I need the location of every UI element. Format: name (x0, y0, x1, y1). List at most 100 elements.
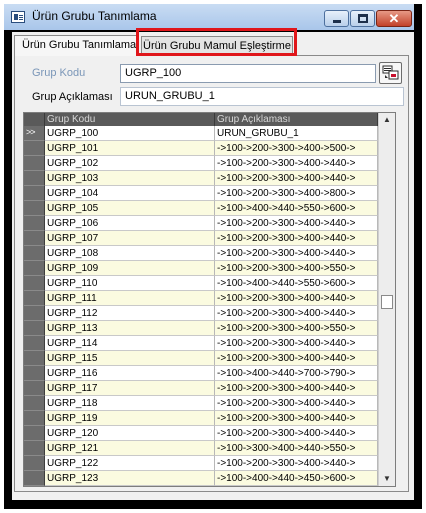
cell-grup-aciklamasi[interactable]: ->100->200->300->400->440-> (215, 156, 378, 171)
row-indicator[interactable] (24, 411, 45, 426)
row-indicator[interactable] (24, 426, 45, 441)
cell-grup-aciklamasi[interactable]: ->100->200->300->400->800-> (215, 186, 378, 201)
maximize-button[interactable] (350, 10, 375, 27)
row-indicator[interactable] (24, 381, 45, 396)
table-row[interactable]: >> UGRP_100 URUN_GRUBU_1 (24, 126, 395, 141)
row-indicator[interactable] (24, 261, 45, 276)
cell-grup-kodu[interactable]: UGRP_102 (45, 156, 215, 171)
table-row[interactable]: UGRP_107 ->100->200->300->400->440-> (24, 231, 395, 246)
row-indicator[interactable] (24, 306, 45, 321)
cell-grup-kodu[interactable]: UGRP_112 (45, 306, 215, 321)
table-row[interactable]: UGRP_112 ->100->200->300->400->440-> (24, 306, 395, 321)
lookup-button[interactable] (379, 62, 402, 84)
close-button[interactable]: ✕ (376, 10, 412, 27)
table-row[interactable]: UGRP_116 ->100->400->440->700->790-> (24, 366, 395, 381)
tab-urun-grubu-tanimlama[interactable]: Ürün Grubu Tanımlama (14, 35, 139, 56)
table-row[interactable]: UGRP_111 ->100->200->300->400->440-> (24, 291, 395, 306)
cell-grup-aciklamasi[interactable]: ->100->200->300->400->550-> (215, 261, 378, 276)
cell-grup-aciklamasi[interactable]: ->100->400->440->550->600-> (215, 201, 378, 216)
table-row[interactable]: UGRP_110 ->100->400->440->550->600-> (24, 276, 395, 291)
cell-grup-kodu[interactable]: UGRP_116 (45, 366, 215, 381)
cell-grup-kodu[interactable]: UGRP_115 (45, 351, 215, 366)
cell-grup-aciklamasi[interactable]: ->100->200->300->400->440-> (215, 246, 378, 261)
cell-grup-kodu[interactable]: UGRP_117 (45, 381, 215, 396)
title-bar[interactable]: Ürün Grubu Tanımlama ✕ (4, 4, 414, 30)
cell-grup-aciklamasi[interactable]: ->100->400->440->550->600-> (215, 276, 378, 291)
cell-grup-kodu[interactable]: UGRP_114 (45, 336, 215, 351)
table-row[interactable]: UGRP_109 ->100->200->300->400->550-> (24, 261, 395, 276)
table-row[interactable]: UGRP_123 ->100->400->440->450->600-> (24, 471, 395, 486)
cell-grup-aciklamasi[interactable]: ->100->200->300->400->440-> (215, 381, 378, 396)
scrollbar-thumb[interactable] (381, 295, 393, 309)
cell-grup-kodu[interactable]: UGRP_121 (45, 441, 215, 456)
cell-grup-aciklamasi[interactable]: ->100->200->300->400->440-> (215, 426, 378, 441)
cell-grup-kodu[interactable]: UGRP_110 (45, 276, 215, 291)
grup-kodu-field[interactable]: UGRP_100 (120, 64, 376, 83)
cell-grup-aciklamasi[interactable]: ->100->200->300->400->440-> (215, 306, 378, 321)
row-indicator[interactable] (24, 186, 45, 201)
row-indicator[interactable] (24, 291, 45, 306)
cell-grup-aciklamasi[interactable]: ->100->200->300->400->500-> (215, 141, 378, 156)
table-row[interactable]: UGRP_114 ->100->200->300->400->440-> (24, 336, 395, 351)
cell-grup-aciklamasi[interactable]: URUN_GRUBU_1 (215, 126, 378, 141)
cell-grup-kodu[interactable]: UGRP_122 (45, 456, 215, 471)
cell-grup-aciklamasi[interactable]: ->100->200->300->400->440-> (215, 171, 378, 186)
data-grid[interactable]: Grup Kodu Grup Açıklaması >> UGRP_100 URUN… (23, 112, 396, 487)
cell-grup-aciklamasi[interactable]: ->100->200->300->400->440-> (215, 231, 378, 246)
row-indicator[interactable] (24, 216, 45, 231)
table-row[interactable]: UGRP_121 ->100->300->400->440->550-> (24, 441, 395, 456)
column-header-grup-aciklamasi[interactable]: Grup Açıklaması (215, 113, 378, 126)
table-row[interactable]: UGRP_119 ->100->200->300->400->440-> (24, 411, 395, 426)
row-indicator[interactable] (24, 141, 45, 156)
cell-grup-kodu[interactable]: UGRP_100 (45, 126, 215, 141)
row-indicator[interactable] (24, 321, 45, 336)
cell-grup-kodu[interactable]: UGRP_104 (45, 186, 215, 201)
cell-grup-aciklamasi[interactable]: ->100->200->300->400->440-> (215, 456, 378, 471)
table-row[interactable]: UGRP_103 ->100->200->300->400->440-> (24, 171, 395, 186)
table-row[interactable]: UGRP_118 ->100->200->300->400->440-> (24, 396, 395, 411)
cell-grup-kodu[interactable]: UGRP_106 (45, 216, 215, 231)
cell-grup-kodu[interactable]: UGRP_119 (45, 411, 215, 426)
scroll-up-arrow-icon[interactable]: ▲ (379, 113, 395, 127)
cell-grup-kodu[interactable]: UGRP_109 (45, 261, 215, 276)
row-indicator[interactable] (24, 441, 45, 456)
minimize-button[interactable] (324, 10, 349, 27)
table-row[interactable]: UGRP_105 ->100->400->440->550->600-> (24, 201, 395, 216)
row-indicator[interactable] (24, 231, 45, 246)
table-row[interactable]: UGRP_115 ->100->200->300->400->440-> (24, 351, 395, 366)
cell-grup-kodu[interactable]: UGRP_118 (45, 396, 215, 411)
cell-grup-kodu[interactable]: UGRP_105 (45, 201, 215, 216)
cell-grup-kodu[interactable]: UGRP_101 (45, 141, 215, 156)
row-indicator[interactable] (24, 201, 45, 216)
table-row[interactable]: UGRP_120 ->100->200->300->400->440-> (24, 426, 395, 441)
cell-grup-aciklamasi[interactable]: ->100->200->300->400->440-> (215, 396, 378, 411)
cell-grup-aciklamasi[interactable]: ->100->200->300->400->550-> (215, 321, 378, 336)
row-indicator[interactable] (24, 246, 45, 261)
row-indicator[interactable] (24, 351, 45, 366)
table-row[interactable]: UGRP_113 ->100->200->300->400->550-> (24, 321, 395, 336)
row-indicator[interactable] (24, 366, 45, 381)
table-row[interactable]: UGRP_106 ->100->200->300->400->440-> (24, 216, 395, 231)
table-row[interactable]: UGRP_122 ->100->200->300->400->440-> (24, 456, 395, 471)
table-row[interactable]: UGRP_101 ->100->200->300->400->500-> (24, 141, 395, 156)
row-indicator[interactable] (24, 156, 45, 171)
cell-grup-aciklamasi[interactable]: ->100->400->440->700->790-> (215, 366, 378, 381)
cell-grup-aciklamasi[interactable]: ->100->200->300->400->440-> (215, 411, 378, 426)
cell-grup-kodu[interactable]: UGRP_108 (45, 246, 215, 261)
cell-grup-kodu[interactable]: UGRP_120 (45, 426, 215, 441)
cell-grup-kodu[interactable]: UGRP_113 (45, 321, 215, 336)
cell-grup-aciklamasi[interactable]: ->100->400->440->450->600-> (215, 471, 378, 486)
cell-grup-aciklamasi[interactable]: ->100->200->300->400->440-> (215, 291, 378, 306)
grup-aciklamasi-field[interactable]: URUN_GRUBU_1 (120, 87, 404, 106)
row-indicator[interactable] (24, 471, 45, 486)
column-header-grup-kodu[interactable]: Grup Kodu (45, 113, 215, 126)
cell-grup-aciklamasi[interactable]: ->100->200->300->400->440-> (215, 336, 378, 351)
row-indicator[interactable] (24, 276, 45, 291)
table-row[interactable]: UGRP_108 ->100->200->300->400->440-> (24, 246, 395, 261)
row-indicator[interactable] (24, 171, 45, 186)
cell-grup-kodu[interactable]: UGRP_107 (45, 231, 215, 246)
cell-grup-kodu[interactable]: UGRP_123 (45, 471, 215, 486)
row-indicator[interactable] (24, 336, 45, 351)
vertical-scrollbar[interactable]: ▲ ▼ (378, 113, 395, 486)
table-row[interactable]: UGRP_102 ->100->200->300->400->440-> (24, 156, 395, 171)
